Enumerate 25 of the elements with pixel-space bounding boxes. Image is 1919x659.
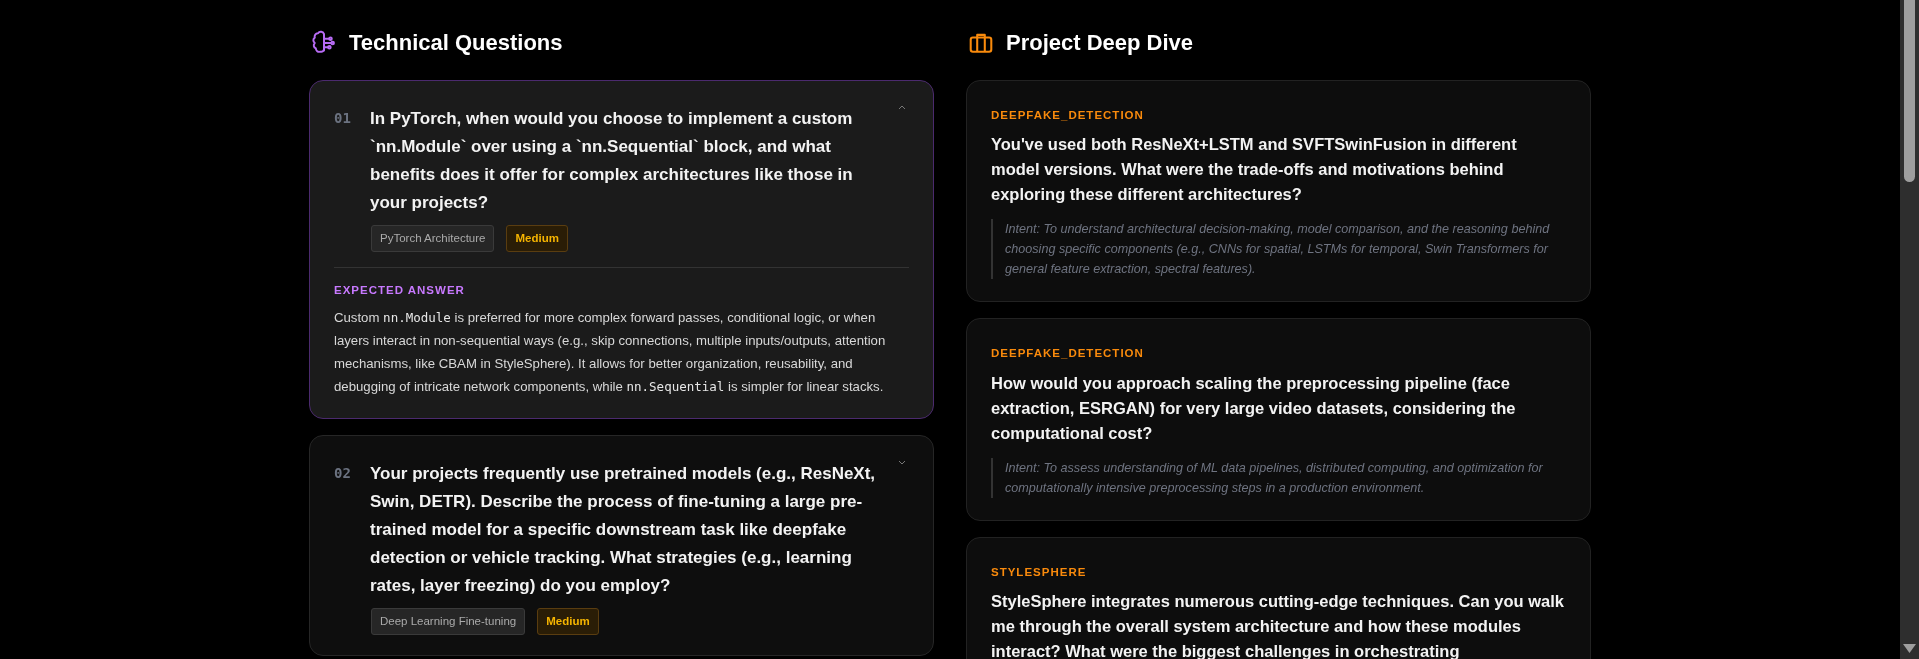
answer-heading: EXPECTED ANSWER: [334, 283, 466, 299]
scrollbar-thumb[interactable]: [1904, 0, 1915, 182]
question-text: In PyTorch, when would you choose to implement a custom `nn.Module` over using a `nn.Sequential` block, and what benefits does it offer for complex architectures like those in your projects?: [370, 108, 854, 214]
brain-icon: [311, 30, 337, 56]
difficulty-tag: Medium: [537, 607, 599, 635]
answer-text: Custom nn.Module is preferred for more complex forward passes, conditional logic, or when layers interact in non-sequential ways (e.g., skip connections, multiple inputs/outputs, attention mechanisms, like CBAM in StyleSphere). It allows for better organization, reusability, and debugging of intricate network components, while nn.Sequential is simpler for linear stacks.: [334, 308, 887, 396]
difficulty-tag: Medium: [506, 225, 568, 253]
intent-note: Intent: To assess understanding of ML data pipelines, distributed computing, and optimization for computationally intensive preprocessing steps in a production environment.: [991, 457, 1566, 498]
section-title: Technical Questions: [349, 29, 563, 57]
question-number: 02: [334, 463, 352, 483]
section-title: Project Deep Dive: [1006, 29, 1194, 57]
question-text: Your projects frequently use pretrained models (e.g., ResNeXt, Swin, DETR). Describe the process of fine-tuning a large pre-trained model for a specific downstream task like deepfake detection or vehicle tracking. What strategies (e.g., learning rates, layer freezing) do you employ?: [370, 462, 877, 597]
question-number: 01: [334, 109, 352, 128]
category-label: DEEPFAKE_DETECTION: [991, 346, 1145, 362]
question-card[interactable]: [309, 434, 934, 656]
scrollbar[interactable]: [1900, 0, 1919, 659]
category-label: STYLESPHERE: [991, 564, 1088, 580]
topic-tag: PyTorch Architecture: [371, 225, 495, 253]
intent-note: Intent: To understand architectural decision-making, model comparison, and the reasoning behind choosing specific components (e.g., CNNs for spatial, LSTMs for temporal, Swin Transformers for general feature extraction, spectral features).: [991, 219, 1566, 280]
question-card[interactable]: [309, 80, 934, 419]
category-label: DEEPFAKE_DETECTION: [991, 108, 1145, 123]
scroll-down-arrow-icon[interactable]: [1903, 644, 1916, 653]
question-text: How would you approach scaling the preprocessing pipeline (face extraction, ESRGAN) for very large video datasets, considering the computational cost?: [991, 372, 1517, 444]
topic-tag: Deep Learning Fine-tuning: [371, 607, 526, 635]
question-text: You've used both ResNeXt+LSTM and SVFTSwinFusion in different model versions. What were the trade-offs and motivations behind exploring these different architectures?: [991, 134, 1518, 206]
